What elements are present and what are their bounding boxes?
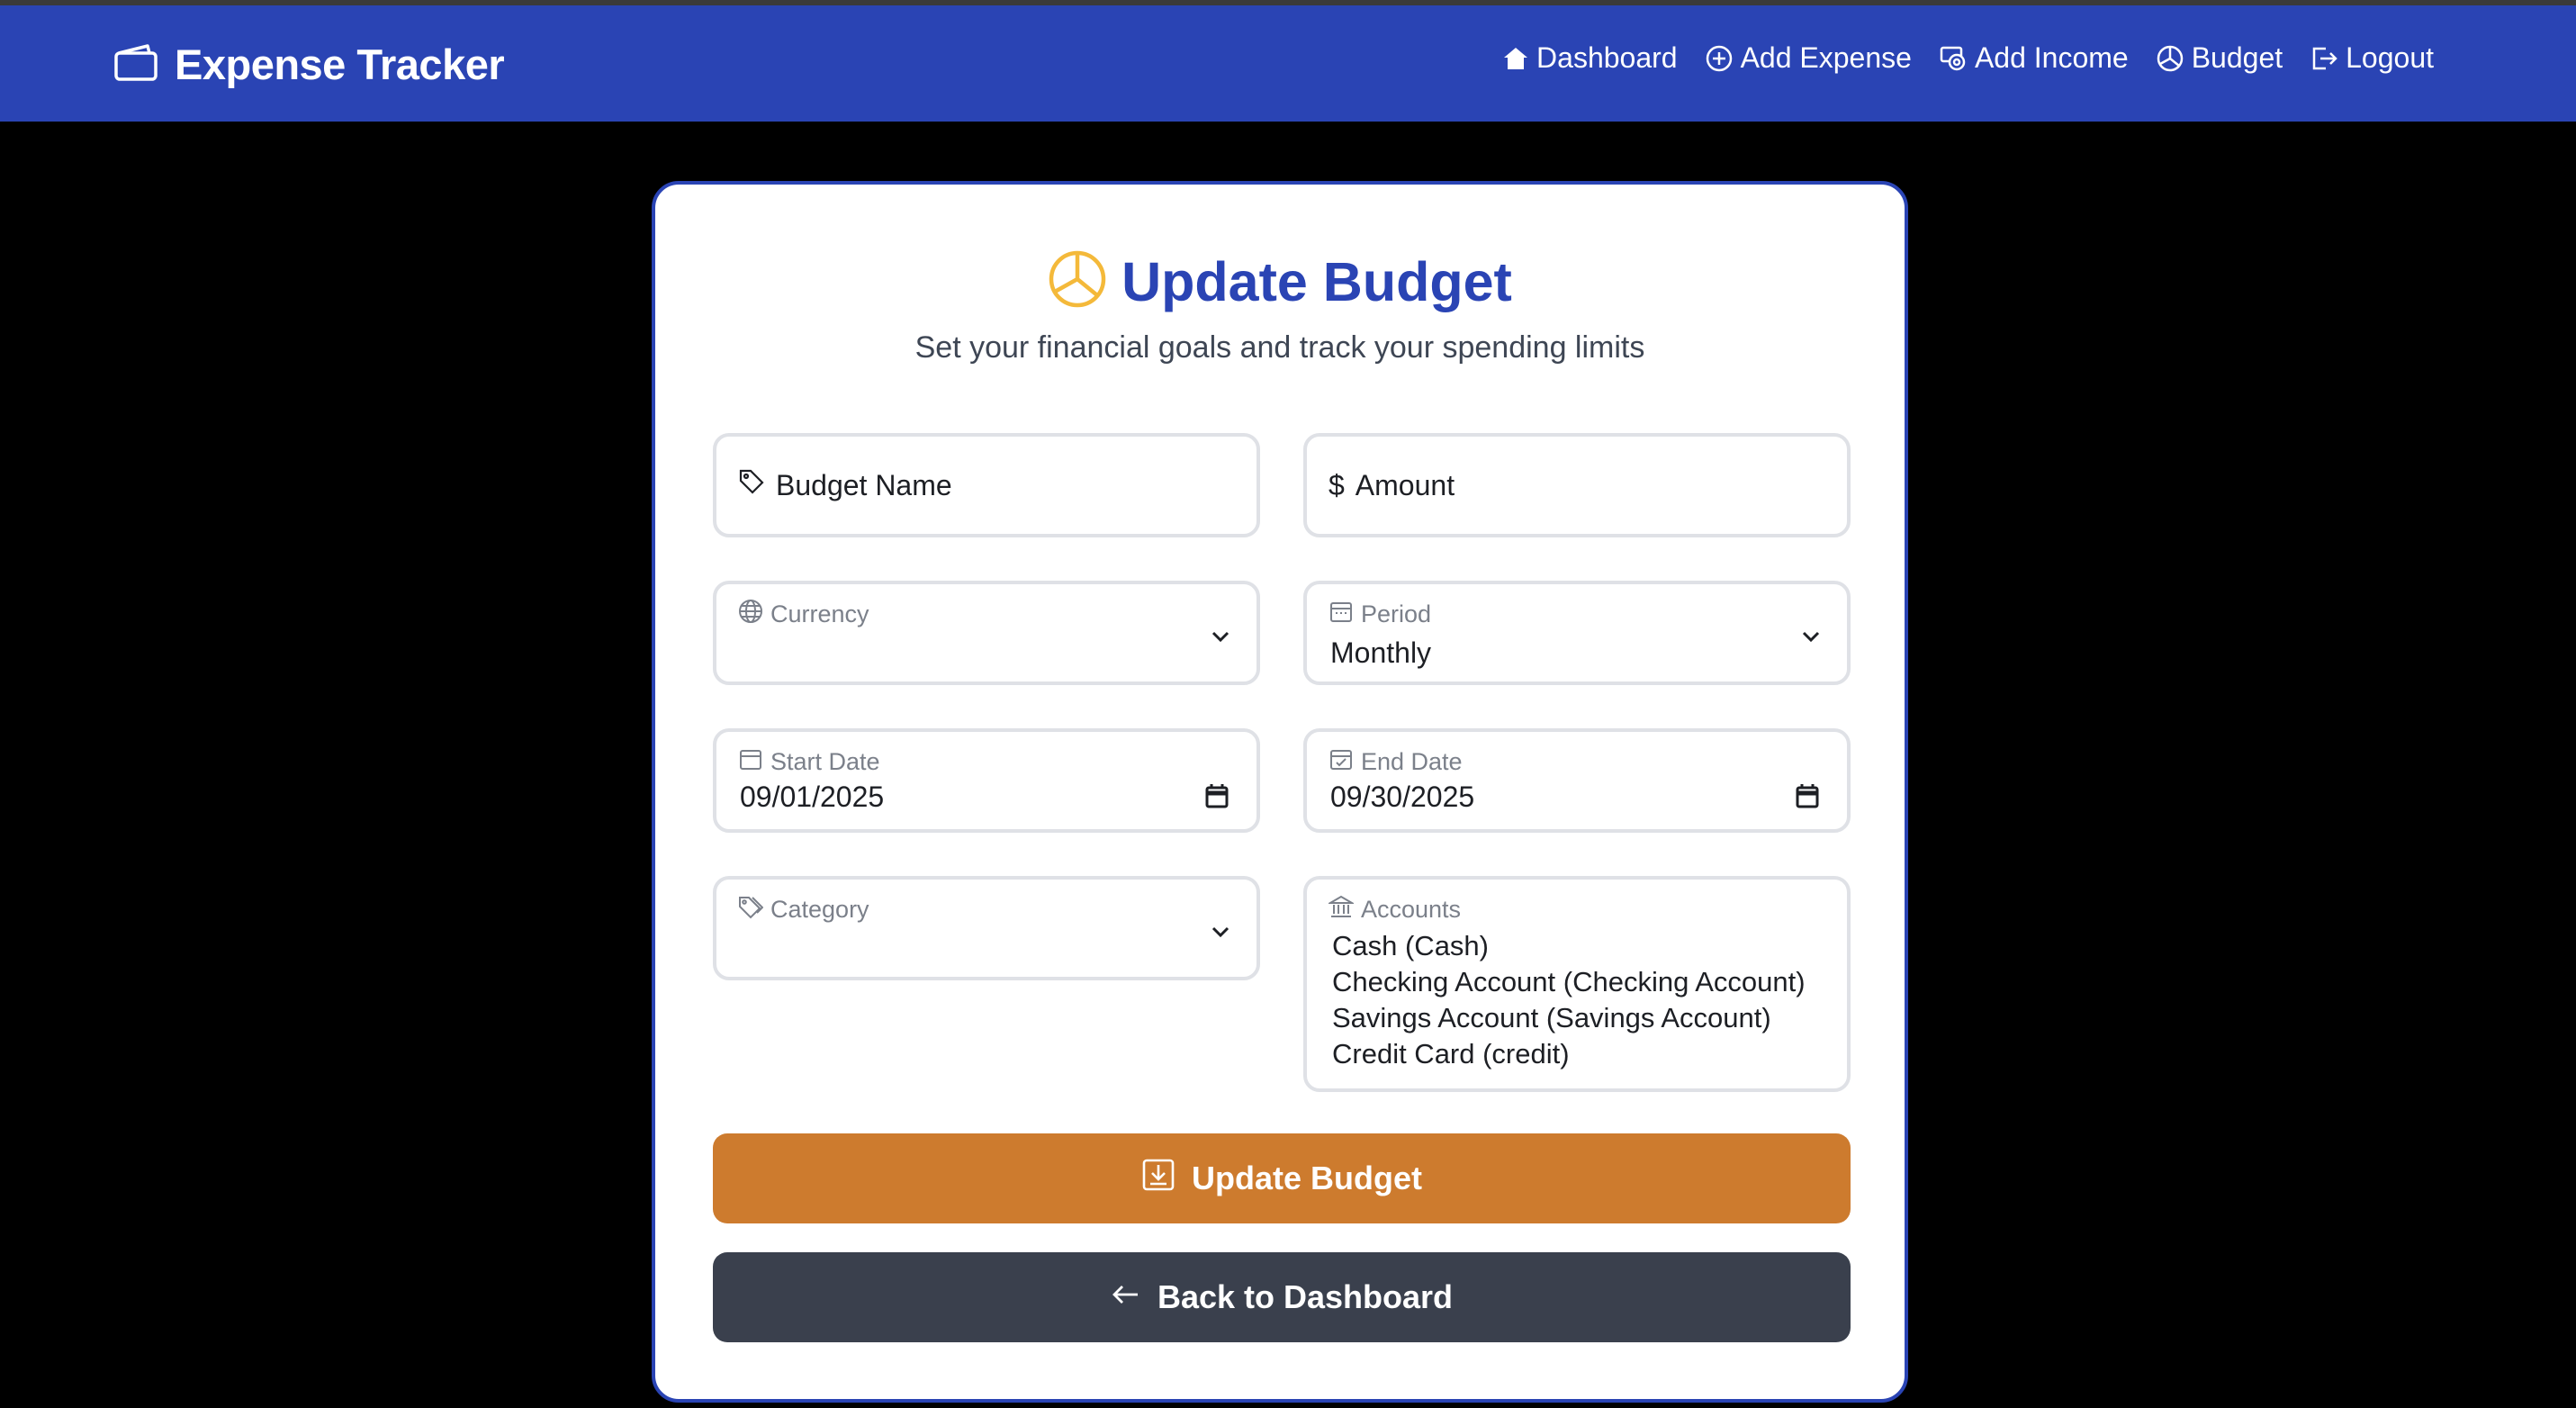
account-option[interactable]: Credit Card (credit) [1332, 1036, 1806, 1072]
date-picker-icon[interactable] [1204, 782, 1229, 814]
category-label-row: Category [738, 894, 869, 925]
tags-icon [738, 894, 764, 925]
dollar-icon: $ [1329, 468, 1345, 501]
pie-chart-icon [1048, 249, 1107, 313]
update-budget-button[interactable]: Update Budget [713, 1133, 1851, 1223]
nav-add-expense[interactable]: Add Expense [1705, 41, 1912, 75]
chevron-down-icon [1798, 624, 1824, 654]
pie-chart-icon [2156, 44, 2184, 73]
amount-placeholder: Amount [1355, 468, 1455, 501]
category-select[interactable]: Category [713, 876, 1260, 980]
brand[interactable]: Expense Tracker [113, 40, 505, 89]
back-to-dashboard-label: Back to Dashboard [1157, 1278, 1454, 1315]
end-date-label: End Date [1361, 748, 1463, 775]
account-option[interactable]: Checking Account (Checking Account) [1332, 964, 1806, 1000]
amount-input[interactable]: $ Amount [1303, 433, 1851, 537]
period-label: Period [1361, 600, 1432, 627]
chevron-down-icon [1208, 919, 1233, 949]
accounts-label: Accounts [1361, 896, 1462, 923]
page-title: Update Budget [1121, 250, 1512, 312]
budget-name-placeholder: Budget Name [776, 468, 952, 501]
accounts-options: Cash (Cash) Checking Account (Checking A… [1332, 928, 1806, 1072]
currency-select[interactable]: Currency [713, 581, 1260, 685]
wallet-icon [113, 42, 158, 86]
start-date-value: 09/01/2025 [740, 781, 885, 813]
calendar-icon [738, 746, 763, 778]
update-budget-card: Update Budget Set your financial goals a… [652, 181, 1908, 1403]
start-date-input[interactable]: Start Date 09/01/2025 [713, 728, 1260, 833]
arrow-left-icon [1111, 1278, 1141, 1316]
accounts-multiselect[interactable]: Accounts Cash (Cash) Checking Account (C… [1303, 876, 1851, 1092]
nav-budget[interactable]: Budget [2156, 41, 2283, 75]
end-date-input[interactable]: End Date 09/30/2025 [1303, 728, 1851, 833]
nav-logout-label: Logout [2346, 41, 2434, 74]
home-icon [1502, 45, 1529, 72]
nav-add-expense-label: Add Expense [1740, 41, 1912, 74]
period-label-row: Period [1329, 599, 1431, 630]
period-select[interactable]: Period Monthly [1303, 581, 1851, 685]
nav-links: Dashboard Add Expense Add Income Budget … [1502, 41, 2434, 75]
plus-circle-icon [1705, 44, 1734, 73]
accounts-label-row: Accounts [1327, 894, 1462, 925]
start-date-label-row: Start Date [738, 746, 880, 778]
save-download-icon [1141, 1158, 1175, 1200]
nav-dashboard[interactable]: Dashboard [1502, 41, 1678, 75]
page-subtitle: Set your financial goals and track your … [914, 330, 1645, 365]
nav-logout[interactable]: Logout [2310, 41, 2434, 75]
end-date-label-row: End Date [1329, 746, 1463, 778]
calendar-range-icon [1329, 599, 1354, 630]
chevron-down-icon [1208, 624, 1233, 654]
app-title: Expense Tracker [175, 41, 505, 88]
category-label: Category [770, 896, 869, 923]
bank-icon [1327, 894, 1356, 925]
amount-placeholder-row: $ Amount [1329, 437, 1455, 534]
nav-add-income-label: Add Income [1974, 41, 2129, 74]
account-option[interactable]: Savings Account (Savings Account) [1332, 1000, 1806, 1036]
start-date-label: Start Date [770, 748, 880, 775]
currency-label-row: Currency [738, 599, 869, 630]
period-value: Monthly [1330, 636, 1432, 669]
globe-icon [738, 599, 763, 630]
nav-dashboard-label: Dashboard [1536, 41, 1678, 74]
budget-name-input[interactable]: Budget Name [713, 433, 1260, 537]
budget-name-placeholder-row: Budget Name [738, 437, 952, 534]
cash-icon [1939, 44, 1968, 73]
update-budget-label: Update Budget [1192, 1160, 1422, 1196]
currency-label: Currency [770, 600, 869, 627]
back-to-dashboard-button[interactable]: Back to Dashboard [713, 1252, 1851, 1342]
logout-icon [2310, 44, 2338, 73]
nav-budget-label: Budget [2191, 41, 2283, 74]
calendar-check-icon [1329, 746, 1354, 778]
navbar: Expense Tracker Dashboard Add Expense Ad… [0, 5, 2576, 122]
tag-icon [738, 468, 765, 502]
nav-add-income[interactable]: Add Income [1939, 41, 2129, 75]
card-header: Update Budget [655, 249, 1905, 313]
account-option[interactable]: Cash (Cash) [1332, 928, 1806, 964]
date-picker-icon[interactable] [1795, 782, 1820, 814]
end-date-value: 09/30/2025 [1330, 781, 1475, 813]
